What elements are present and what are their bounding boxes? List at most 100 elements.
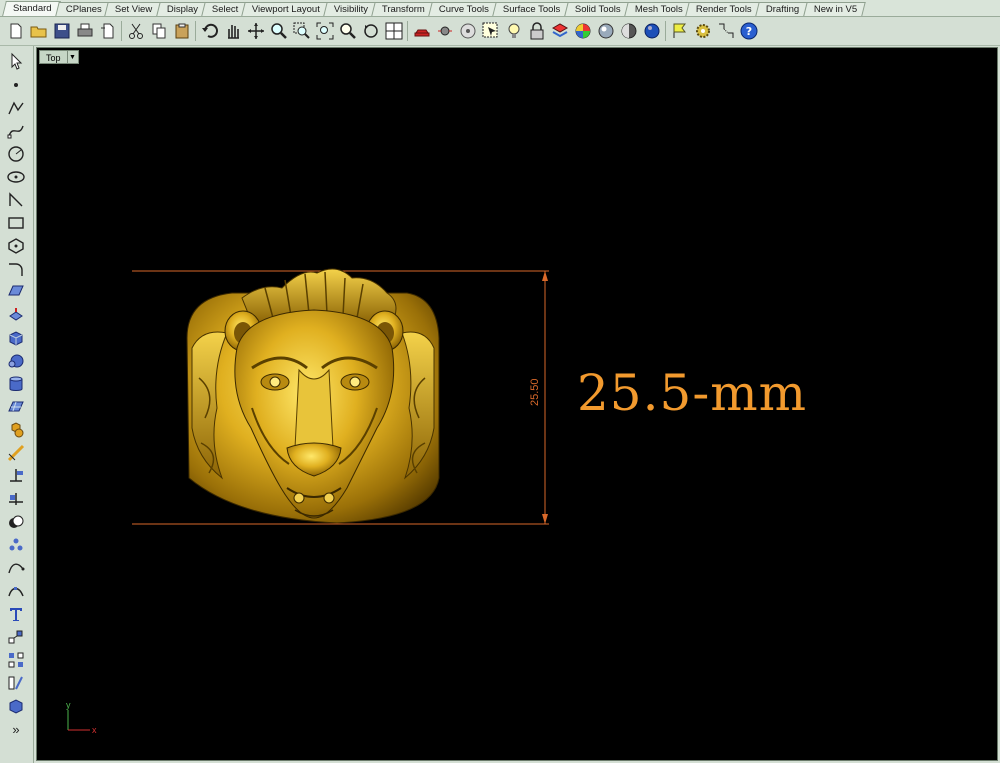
extrude-tool-button[interactable] bbox=[5, 304, 27, 326]
flow-tool-button[interactable] bbox=[5, 672, 27, 694]
zoom-window-button[interactable] bbox=[290, 20, 313, 43]
circle-tool-button[interactable] bbox=[5, 143, 27, 165]
gear-icon bbox=[695, 24, 710, 38]
tab-select[interactable]: Select bbox=[201, 2, 248, 16]
shaded-button[interactable] bbox=[594, 20, 617, 43]
analyze-button[interactable] bbox=[456, 20, 479, 43]
tab-label: Transform bbox=[382, 4, 426, 15]
polygon-tool-button[interactable] bbox=[5, 235, 27, 257]
options-button[interactable] bbox=[691, 20, 714, 43]
split-icon bbox=[10, 469, 23, 482]
boolean-tool-button[interactable] bbox=[5, 511, 27, 533]
tab-new-in-v5[interactable]: New in V5 bbox=[802, 2, 866, 16]
ellipse-icon bbox=[7, 171, 25, 183]
lion-ring-model[interactable] bbox=[186, 268, 440, 524]
tab-viewport-layout[interactable]: Viewport Layout bbox=[241, 2, 330, 16]
blue-sphere-icon bbox=[644, 23, 659, 39]
zoom-extents-button[interactable] bbox=[313, 20, 336, 43]
tab-label: Select bbox=[211, 4, 239, 15]
polyline-tool-button[interactable] bbox=[5, 97, 27, 119]
tab-mesh-tools[interactable]: Mesh Tools bbox=[623, 2, 692, 16]
layer-button[interactable] bbox=[548, 20, 571, 43]
tab-standard[interactable]: Standard bbox=[2, 1, 61, 16]
fillet-curve-icon bbox=[9, 263, 23, 276]
zoom-selected-button[interactable] bbox=[336, 20, 359, 43]
help-button[interactable]: ? bbox=[737, 20, 760, 43]
lock-button[interactable] bbox=[525, 20, 548, 43]
undo-view-button[interactable] bbox=[359, 20, 382, 43]
tab-surface-tools[interactable]: Surface Tools bbox=[492, 2, 570, 16]
tab-curve-tools[interactable]: Curve Tools bbox=[428, 2, 499, 16]
undo-button[interactable] bbox=[198, 20, 221, 43]
tab-transform[interactable]: Transform bbox=[371, 2, 435, 16]
extrude-icon bbox=[9, 308, 23, 321]
group-tool-button[interactable] bbox=[5, 534, 27, 556]
print-button[interactable] bbox=[73, 20, 96, 43]
text-tool-button[interactable] bbox=[5, 603, 27, 625]
edit-points-icon bbox=[8, 587, 24, 597]
zoom-dynamic-button[interactable] bbox=[267, 20, 290, 43]
render-button[interactable] bbox=[640, 20, 663, 43]
select-icon bbox=[482, 22, 497, 38]
pan-button[interactable] bbox=[221, 20, 244, 43]
rhino-window: Standard CPlanes Set View Display Select… bbox=[0, 0, 1000, 763]
lock-icon bbox=[530, 22, 543, 40]
split-tool-button[interactable] bbox=[5, 465, 27, 487]
layers-icon bbox=[551, 23, 568, 38]
tab-cplanes[interactable]: CPlanes bbox=[54, 2, 111, 16]
paste-button[interactable] bbox=[170, 20, 193, 43]
array-tool-button[interactable] bbox=[5, 649, 27, 671]
block-tool-button[interactable] bbox=[5, 626, 27, 648]
tab-set-view[interactable]: Set View bbox=[104, 2, 162, 16]
point-icon bbox=[14, 83, 18, 87]
rectangle-tool-button[interactable] bbox=[5, 212, 27, 234]
properties-button[interactable] bbox=[668, 20, 691, 43]
save-button[interactable] bbox=[50, 20, 73, 43]
four-viewports-button[interactable] bbox=[382, 20, 405, 43]
svg-text:?: ? bbox=[745, 25, 751, 38]
rendered-button[interactable] bbox=[617, 20, 640, 43]
import-button[interactable] bbox=[96, 20, 119, 43]
transform-tool-button[interactable] bbox=[5, 419, 27, 441]
curve-tool-button[interactable] bbox=[5, 120, 27, 142]
text-icon bbox=[10, 608, 22, 621]
box-tool-button[interactable] bbox=[5, 327, 27, 349]
tab-visibility[interactable]: Visibility bbox=[323, 2, 378, 16]
color-button[interactable] bbox=[571, 20, 594, 43]
tab-render-tools[interactable]: Render Tools bbox=[685, 2, 762, 16]
trim-icon bbox=[9, 493, 23, 505]
edit-points-button[interactable] bbox=[5, 580, 27, 602]
cylinder-tool-button[interactable] bbox=[5, 373, 27, 395]
light-button[interactable] bbox=[502, 20, 525, 43]
more-tools-button[interactable]: » bbox=[5, 718, 27, 740]
cplane-button[interactable] bbox=[410, 20, 433, 43]
point-tool-button[interactable] bbox=[5, 74, 27, 96]
trim-tool-button[interactable] bbox=[5, 488, 27, 510]
surface-tool-button[interactable] bbox=[5, 281, 27, 303]
select-all-button[interactable] bbox=[479, 20, 502, 43]
rotate-view-button[interactable] bbox=[244, 20, 267, 43]
copy-button[interactable] bbox=[147, 20, 170, 43]
tab-display[interactable]: Display bbox=[156, 2, 207, 16]
tab-drafting[interactable]: Drafting bbox=[755, 2, 809, 16]
solid-box-tool-button[interactable] bbox=[5, 695, 27, 717]
ellipse-tool-button[interactable] bbox=[5, 166, 27, 188]
cut-button[interactable] bbox=[124, 20, 147, 43]
curve-fillet-button[interactable] bbox=[5, 258, 27, 280]
top-viewport[interactable]: Top ▼ 25.50 25.5-mm y x bbox=[36, 47, 998, 761]
select-tool-button[interactable] bbox=[5, 50, 27, 72]
zoom-window-icon bbox=[293, 22, 310, 39]
tab-solid-tools[interactable]: Solid Tools bbox=[564, 2, 630, 16]
dimension-tool-button[interactable] bbox=[5, 442, 27, 464]
undo-view-icon bbox=[363, 24, 378, 38]
open-file-button[interactable] bbox=[27, 20, 50, 43]
new-file-button[interactable] bbox=[4, 20, 27, 43]
mesh-tool-button[interactable] bbox=[5, 396, 27, 418]
rebuild-tool-button[interactable] bbox=[5, 557, 27, 579]
arc-tool-button[interactable] bbox=[5, 189, 27, 211]
group-icon bbox=[9, 538, 23, 551]
snap-button[interactable] bbox=[714, 20, 737, 43]
points-button[interactable] bbox=[433, 20, 456, 43]
sphere-tool-button[interactable] bbox=[5, 350, 27, 372]
tab-label: Viewport Layout bbox=[252, 4, 321, 15]
